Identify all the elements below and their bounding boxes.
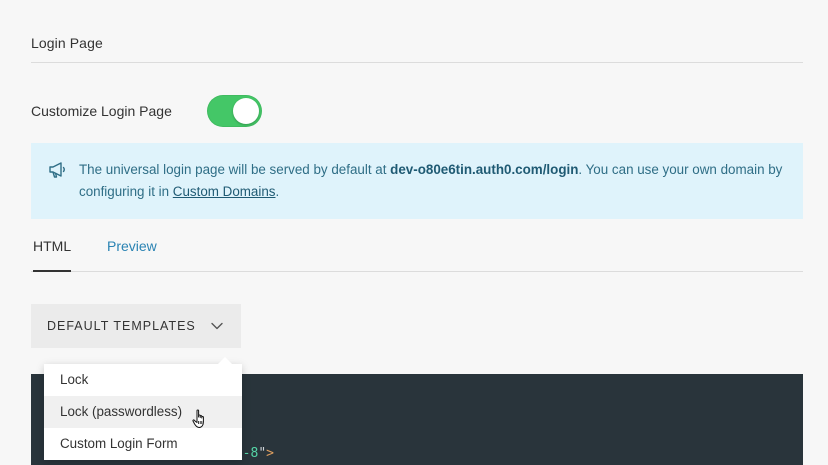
hand-pointer-cursor-icon [192,409,204,428]
templates-menu: Lock Lock (passwordless) Custom Login Fo… [44,357,242,460]
section-title: Login Page [31,35,103,51]
section-divider [31,62,803,63]
chevron-down-icon [211,322,223,330]
customize-toggle[interactable] [207,95,262,127]
tab-preview[interactable]: Preview [107,238,157,254]
megaphone-icon [49,162,65,178]
tab-html[interactable]: HTML [33,238,71,254]
default-templates-label: DEFAULT TEMPLATES [47,319,196,333]
code-quote: " [258,446,267,461]
menu-item-lock[interactable]: Lock [44,364,242,396]
toggle-knob [233,98,259,124]
editor-tabs: HTML Preview [31,231,803,272]
tabs-divider [31,271,803,272]
info-domain: dev-o80e6tin.auth0.com/login [390,162,579,177]
menu-item-custom-login-form[interactable]: Custom Login Form [44,428,242,460]
info-banner: The universal login page will be served … [31,143,803,219]
default-templates-button[interactable]: DEFAULT TEMPLATES [31,304,241,348]
code-tag-close: > [266,446,274,461]
menu-caret [218,357,232,364]
active-tab-indicator [33,270,71,272]
custom-domains-link[interactable]: Custom Domains [173,184,276,199]
customize-label: Customize Login Page [31,103,172,119]
info-suffix: . [275,184,280,199]
info-text: The universal login page will be served … [79,159,794,203]
info-prefix: The universal login page will be served … [79,162,391,177]
menu-item-lock-passwordless[interactable]: Lock (passwordless) [44,396,242,428]
